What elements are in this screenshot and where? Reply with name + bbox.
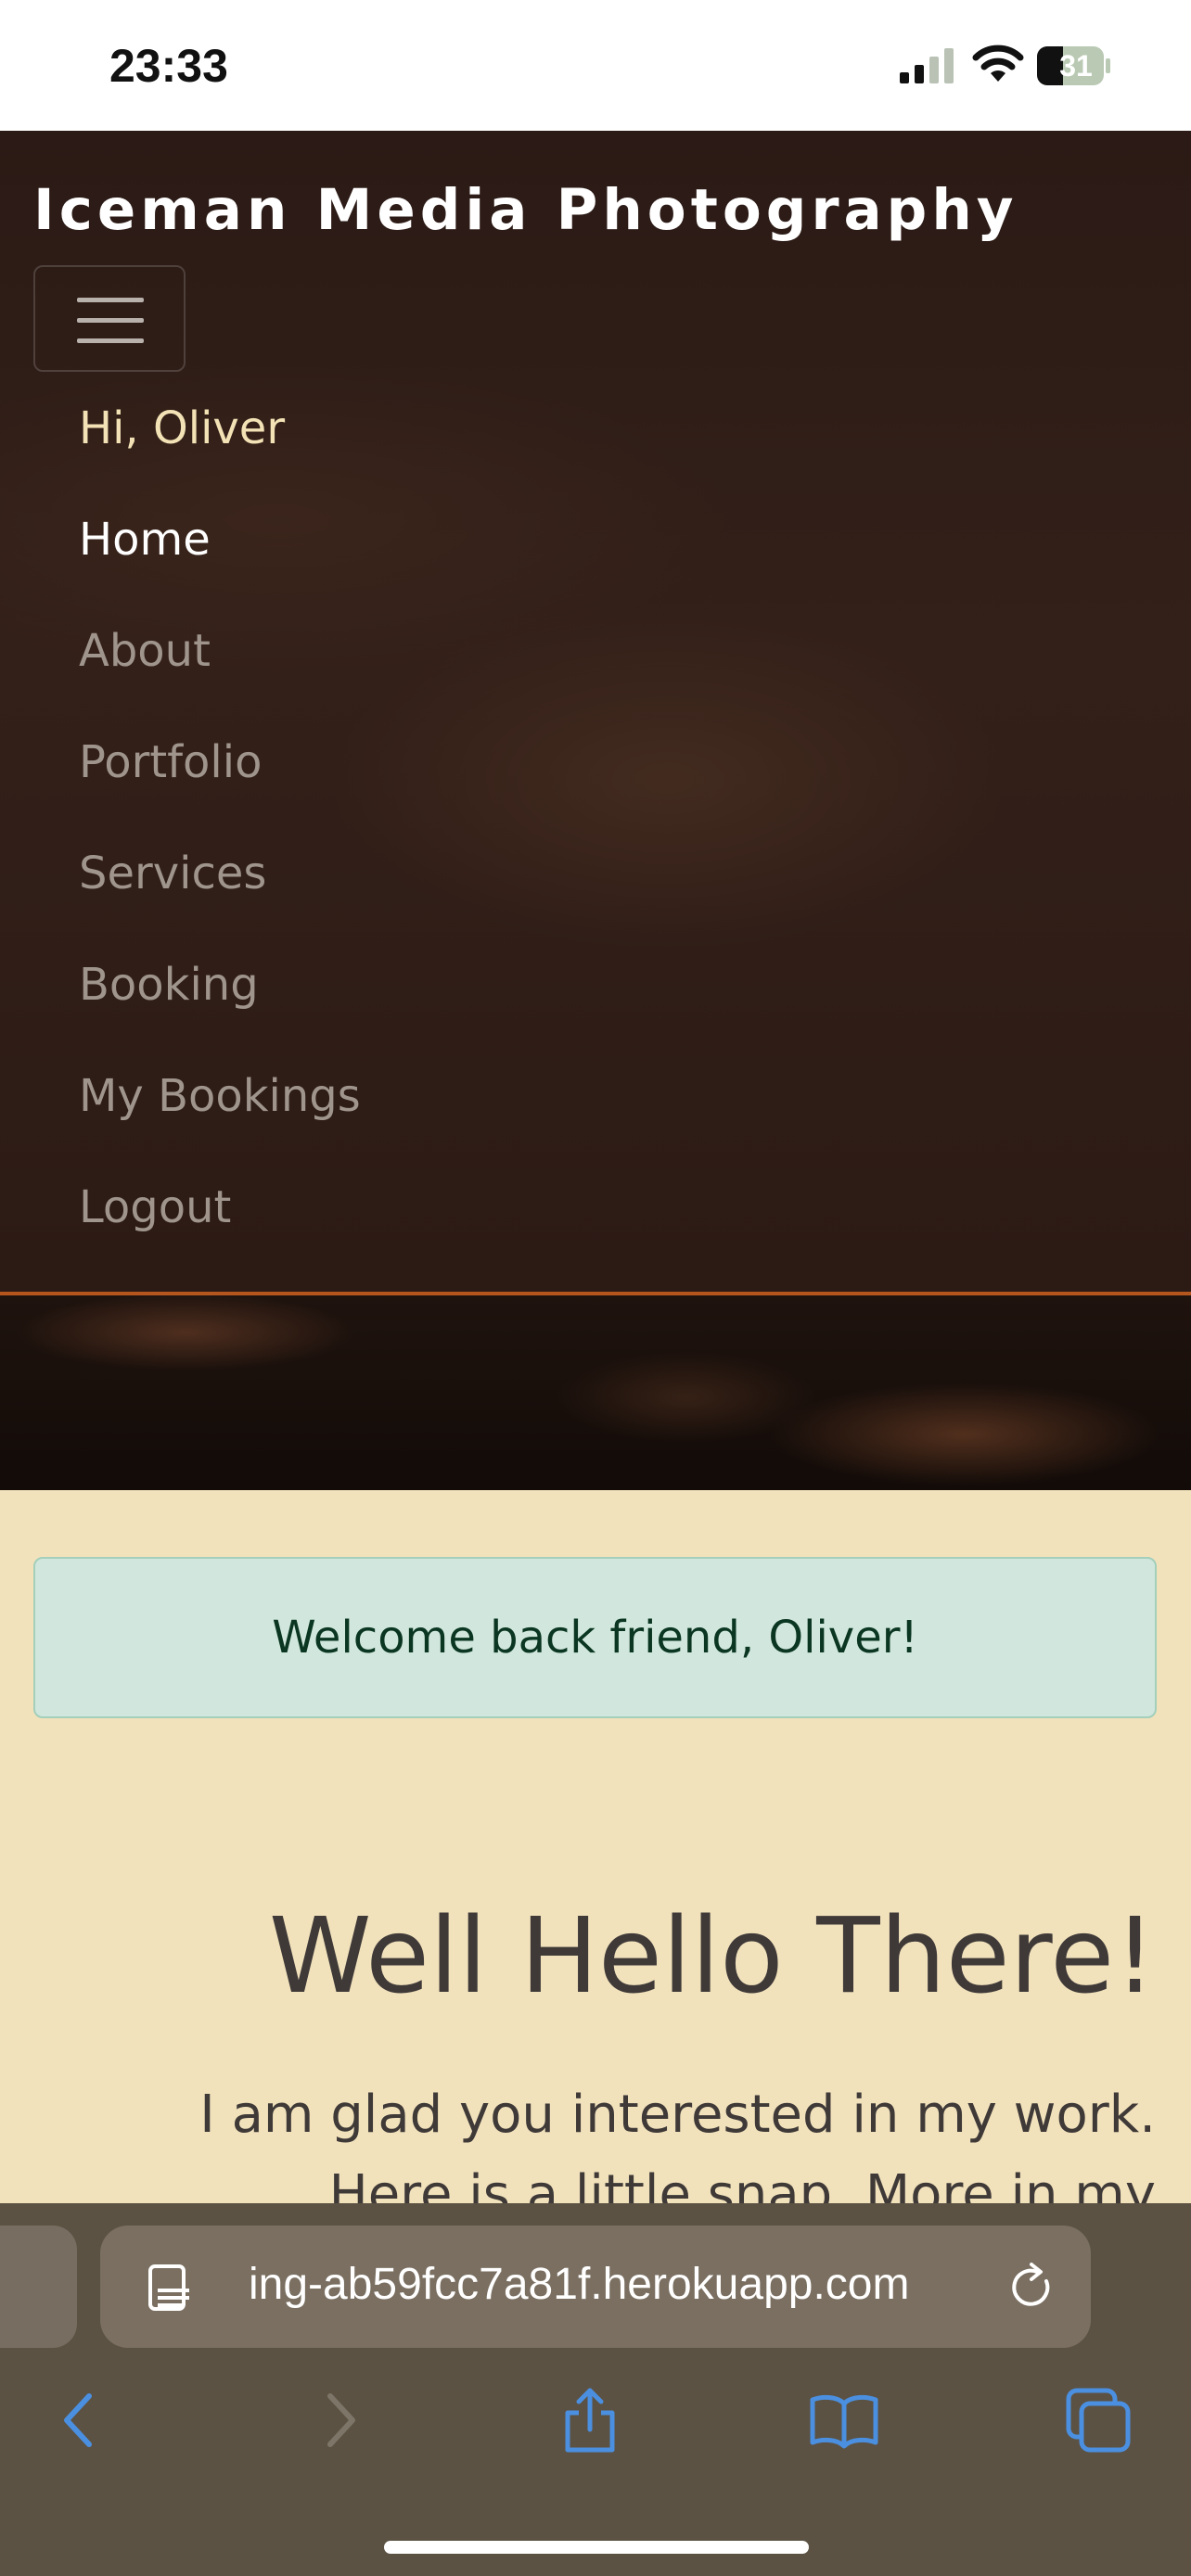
nav-item-about[interactable]: About: [79, 625, 211, 677]
wifi-icon: [972, 45, 1024, 82]
previous-tab-peek[interactable]: [0, 2225, 77, 2348]
bookmarks-icon[interactable]: [809, 2385, 879, 2455]
status-time: 23:33: [109, 40, 228, 92]
url-text[interactable]: ing-ab59fcc7a81f.herokuapp.com: [249, 2259, 909, 2310]
hamburger-icon: [77, 298, 144, 302]
nav-item-logout[interactable]: Logout: [79, 1181, 231, 1233]
intro-line-1: I am glad you interested in my work.: [199, 2085, 1156, 2145]
nav-item-booking[interactable]: Booking: [79, 959, 259, 1011]
navbar: Iceman Media Photography Hi, Oliver Home…: [0, 131, 1191, 1295]
nav-item-services[interactable]: Services: [79, 848, 266, 899]
address-bar[interactable]: ing-ab59fcc7a81f.herokuapp.com: [100, 2225, 1091, 2348]
cellular-signal-icon: [900, 48, 954, 83]
home-indicator: [384, 2541, 809, 2554]
page-menu-icon[interactable]: [147, 2263, 193, 2313]
navbar-toggle-button[interactable]: [33, 265, 186, 372]
status-bar: 23:33 31: [0, 0, 1191, 131]
welcome-alert-message: Welcome back friend, Oliver!: [272, 1612, 918, 1664]
battery-level: 31: [1059, 49, 1093, 83]
hero-image: [0, 1295, 1191, 1490]
tabs-icon[interactable]: [1063, 2385, 1133, 2455]
nav-greeting: Hi, Oliver: [79, 402, 286, 454]
page-heading: Well Hello There!: [268, 1896, 1156, 2017]
navbar-brand[interactable]: Iceman Media Photography: [33, 177, 1018, 243]
nav-item-portfolio[interactable]: Portfolio: [79, 736, 262, 788]
nav-item-my-bookings[interactable]: My Bookings: [79, 1070, 361, 1122]
forward-icon[interactable]: [304, 2385, 375, 2455]
battery-icon: 31: [1037, 46, 1111, 85]
back-icon[interactable]: [45, 2385, 115, 2455]
reload-icon[interactable]: [1005, 2261, 1057, 2313]
nav-item-home[interactable]: Home: [79, 514, 211, 566]
browser-toolbar: ing-ab59fcc7a81f.herokuapp.com: [0, 2203, 1191, 2576]
welcome-alert: Welcome back friend, Oliver!: [33, 1557, 1157, 1718]
share-icon[interactable]: [555, 2385, 625, 2455]
